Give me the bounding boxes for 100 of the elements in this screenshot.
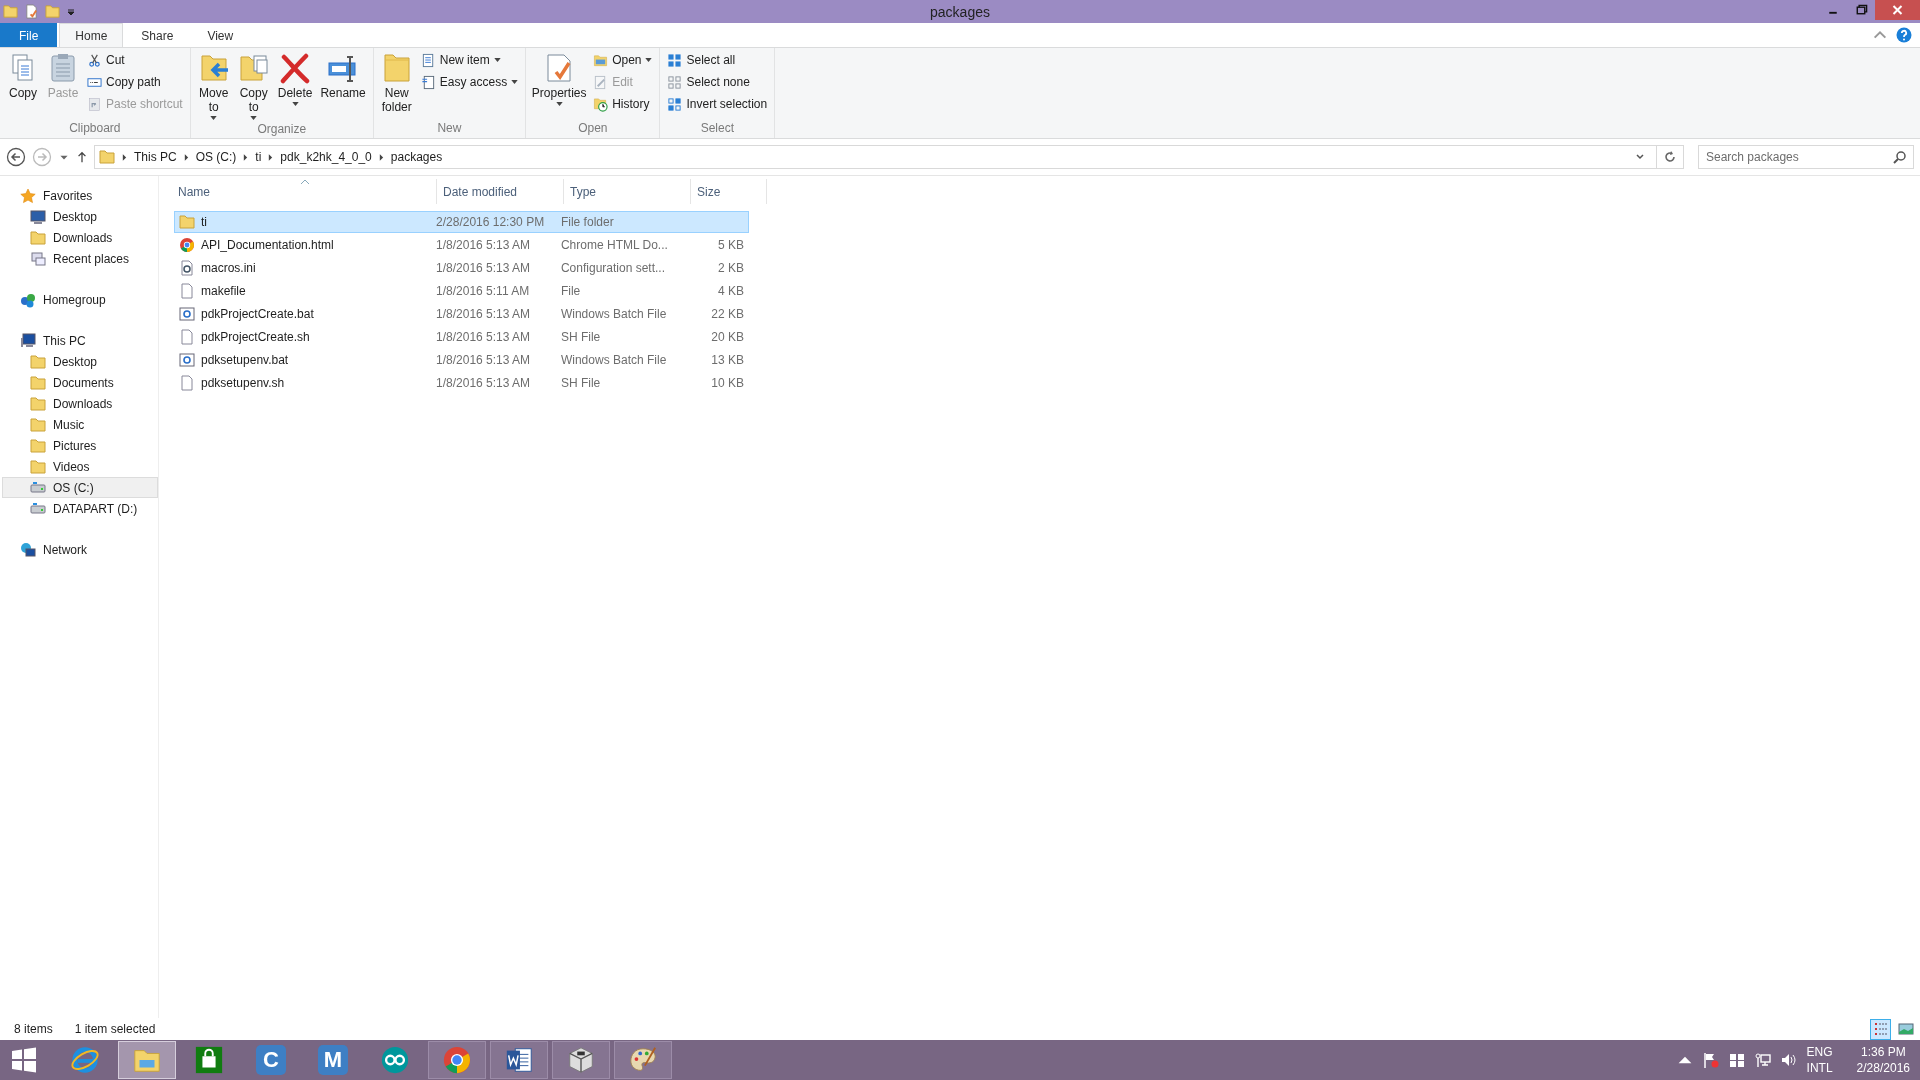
ribbon-button[interactable]: Cut — [84, 50, 186, 70]
ribbon-button[interactable]: Move to — [194, 50, 233, 122]
speaker-icon[interactable] — [1780, 1052, 1797, 1068]
ribbon-button[interactable]: Properties — [530, 50, 589, 121]
date-modified: 2/28/2016 12:30 PM — [436, 215, 545, 229]
nav-item[interactable]: Desktop — [0, 206, 158, 227]
caret-icon — [210, 116, 218, 120]
taskbar-app[interactable] — [614, 1041, 672, 1079]
nav-item[interactable]: Homegroup — [0, 289, 158, 310]
file-name: ti — [201, 215, 207, 229]
column-header[interactable]: Type — [564, 179, 691, 204]
help-icon[interactable] — [1896, 27, 1912, 43]
file-row[interactable]: pdkProjectCreate.sh 1/8/2016 5:13 AM SH File 20 KB — [174, 326, 749, 348]
nav-item[interactable]: Desktop — [0, 351, 158, 372]
taskbar-app[interactable] — [552, 1041, 610, 1079]
cube-icon — [566, 1045, 596, 1075]
file-name: API_Documentation.html — [201, 238, 334, 252]
chevron-icon[interactable] — [183, 153, 189, 161]
chevron-icon[interactable] — [268, 153, 274, 161]
grid-icon — [667, 96, 683, 112]
column-header[interactable]: Size — [691, 179, 767, 204]
ribbon-button[interactable]: History — [590, 94, 656, 114]
breadcrumb-item[interactable]: This PC — [134, 150, 177, 164]
breadcrumb-item[interactable]: OS (C:) — [195, 150, 237, 164]
language-indicator[interactable]: ENG INTL — [1806, 1044, 1833, 1076]
scissors-icon — [87, 52, 102, 68]
refresh-icon[interactable] — [1663, 150, 1677, 164]
file-type: Chrome HTML Do... — [560, 238, 668, 252]
close-icon[interactable] — [1875, 0, 1920, 20]
address-bar[interactable]: This PC OS (C:) ti pdk_k2hk_4_0_0 packages — [94, 145, 1684, 169]
flag-icon[interactable] — [1702, 1052, 1719, 1068]
ribbon-button[interactable]: New folder — [377, 50, 416, 121]
ribbon-button[interactable]: Rename — [317, 50, 369, 122]
nav-item[interactable]: Favorites — [0, 185, 158, 206]
breadcrumb-item[interactable]: packages — [390, 150, 443, 164]
windows-logo-icon[interactable] — [1728, 1052, 1745, 1068]
nav-item[interactable]: Videos — [0, 456, 158, 477]
file-row[interactable]: macros.ini 1/8/2016 5:13 AM Configuration sett... 2 KB — [174, 257, 749, 279]
ribbon-button[interactable]: Invert selection — [664, 94, 771, 114]
chevron-icon[interactable] — [243, 153, 249, 161]
computer-icon — [30, 250, 46, 267]
breadcrumb-item[interactable]: ti — [255, 150, 262, 164]
column-header[interactable]: Date modified — [437, 179, 564, 204]
file-row[interactable]: makefile 1/8/2016 5:11 AM File 4 KB — [174, 280, 749, 302]
folder-icon — [593, 52, 609, 68]
date-modified: 1/8/2016 5:13 AM — [436, 261, 531, 275]
ribbon-button[interactable]: Select all — [664, 50, 771, 70]
ribbon-button[interactable]: New item — [417, 50, 522, 70]
document-check-icon[interactable] — [24, 4, 39, 19]
dropdown-icon[interactable] — [1635, 152, 1645, 162]
breadcrumb-item[interactable]: pdk_k2hk_4_0_0 — [280, 150, 372, 164]
ribbon-button[interactable]: Delete — [274, 50, 316, 122]
file-row[interactable]: API_Documentation.html 1/8/2016 5:13 AM Chrome HTML Do... 5 KB — [174, 234, 749, 256]
nav-item[interactable]: DATAPART (D:) — [0, 498, 158, 519]
file-size: 20 KB — [711, 330, 744, 344]
nav-item[interactable]: Documents — [0, 372, 158, 393]
taskbar-app[interactable]: M — [304, 1041, 362, 1079]
monitor-icon — [20, 332, 36, 349]
ribbon-tab[interactable]: File — [0, 23, 58, 47]
ribbon-button[interactable]: Copy to — [234, 50, 273, 122]
nav-item[interactable]: Downloads — [0, 227, 158, 248]
windows-logo-icon[interactable] — [10, 1046, 38, 1074]
ribbon-button[interactable]: Copy — [4, 50, 42, 121]
ribbon-button[interactable]: Easy access — [417, 72, 522, 92]
file-row[interactable]: pdksetupenv.bat 1/8/2016 5:13 AM Windows Batch File 13 KB — [174, 349, 749, 371]
nav-item[interactable]: This PC — [0, 330, 158, 351]
ribbon-button[interactable]: Copy path — [84, 72, 186, 92]
group-label: Clipboard — [68, 121, 122, 137]
nav-item[interactable]: Recent places — [0, 248, 158, 269]
file-size: 4 KB — [718, 284, 744, 298]
file-row[interactable]: pdksetupenv.sh 1/8/2016 5:13 AM SH File 10 KB — [174, 372, 749, 394]
chevron-icon[interactable] — [378, 153, 384, 161]
nav-item[interactable]: Music — [0, 414, 158, 435]
taskbar-app[interactable]: C — [242, 1041, 300, 1079]
file-icon — [179, 283, 195, 299]
network-icon[interactable] — [1754, 1052, 1771, 1068]
back-icon[interactable] — [6, 147, 26, 167]
clock[interactable]: 1:36 PM 2/28/2016 — [1856, 1044, 1910, 1076]
ribbon-button[interactable]: Select none — [664, 72, 771, 92]
chevron-icon[interactable] — [122, 153, 127, 161]
nav-item[interactable]: Pictures — [0, 435, 158, 456]
column-header[interactable]: Name — [174, 179, 437, 204]
dropdown-icon[interactable] — [66, 6, 76, 17]
nav-item[interactable]: OS (C:) — [2, 477, 158, 498]
drive-icon — [30, 500, 46, 517]
picture-icon — [1897, 1021, 1914, 1037]
search-field[interactable]: Search packages — [1698, 145, 1914, 169]
up-arrow-icon[interactable] — [76, 151, 88, 163]
nav-item[interactable]: Downloads — [0, 393, 158, 414]
nav-item[interactable]: Network — [0, 539, 158, 560]
grid-icon — [667, 74, 683, 90]
file-name: makefile — [201, 284, 246, 298]
view-toggle[interactable] — [1870, 1018, 1891, 1040]
file-row[interactable]: pdkProjectCreate.bat 1/8/2016 5:13 AM Windows Batch File 22 KB — [174, 303, 749, 325]
file-row[interactable]: ti 2/28/2016 12:30 PM File folder — [174, 211, 749, 233]
cross-icon — [279, 52, 312, 84]
taskbar-app[interactable] — [490, 1041, 548, 1079]
ribbon-tab[interactable]: Home — [59, 23, 124, 47]
ribbon-button[interactable]: Open — [590, 50, 656, 70]
caret-icon — [645, 58, 653, 62]
